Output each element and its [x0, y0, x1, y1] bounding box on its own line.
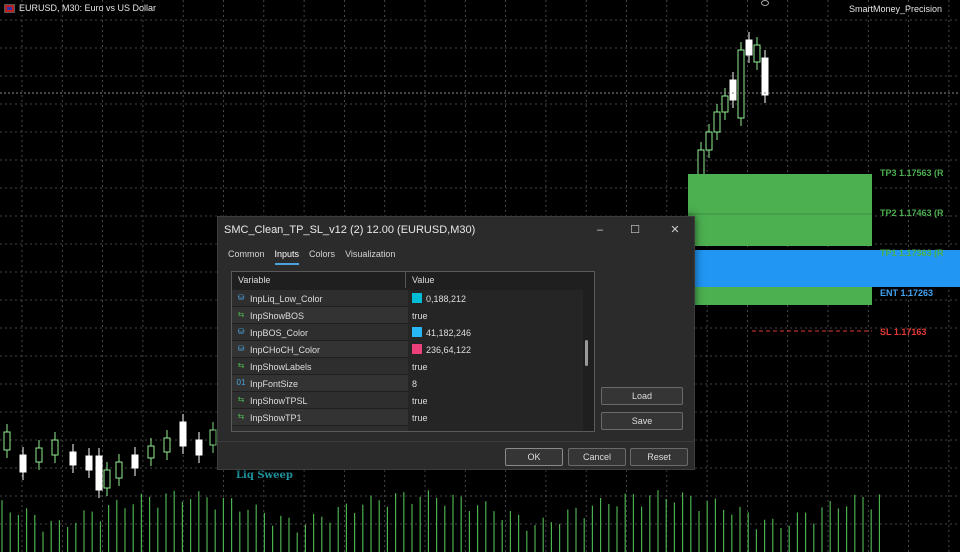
- tp-zone-lower: [688, 287, 872, 305]
- color-swatch[interactable]: [412, 344, 422, 354]
- param-value-cell[interactable]: true: [408, 358, 583, 375]
- param-name: InpBOS_Color: [250, 328, 309, 338]
- param-value: true: [412, 430, 428, 431]
- param-value: true: [412, 311, 428, 321]
- tab-colors[interactable]: Colors: [309, 249, 335, 265]
- volume-bars: [1, 490, 881, 552]
- dialog-title: SMC_Clean_TP_SL_v12 (2) 12.00 (EURUSD,M3…: [224, 224, 476, 236]
- table-row[interactable]: ⇆ InpShowTPSL true: [232, 392, 583, 409]
- save-button[interactable]: Save: [601, 412, 683, 430]
- indicator-label: SmartMoney_Precision: [848, 4, 942, 14]
- minimize-icon[interactable]: –: [590, 221, 610, 239]
- param-name: InpLiq_Low_Color: [250, 294, 323, 304]
- param-value-cell[interactable]: 0,188,212: [408, 290, 583, 307]
- color-swatch[interactable]: [412, 327, 422, 337]
- liq-sweep-label: Liq Sweep: [236, 470, 293, 481]
- table-scrollbar[interactable]: [585, 340, 588, 366]
- bool-icon: ⇆: [237, 412, 245, 421]
- entry-label: ENT 1.17263: [880, 288, 934, 298]
- table-row[interactable]: ⇆ InpShowTP1 true: [232, 409, 583, 426]
- table-row[interactable]: 01 InpFontSize 8: [232, 375, 583, 392]
- cancel-button[interactable]: Cancel: [568, 448, 626, 466]
- load-button[interactable]: Load: [601, 387, 683, 405]
- table-row[interactable]: ⇆ InpShowLabels true: [232, 358, 583, 375]
- param-name: InpShowTP1: [250, 413, 302, 423]
- param-value: true: [412, 396, 428, 406]
- param-value: true: [412, 362, 428, 372]
- bool-icon: ⇆: [236, 429, 246, 431]
- int-icon: 01: [236, 378, 246, 387]
- scroll-indicator-icon: [761, 0, 769, 6]
- tp2-label: TP2 1.17463 (R: [880, 208, 944, 218]
- color-swatch[interactable]: [412, 293, 422, 303]
- param-value-cell[interactable]: 41,182,246: [408, 324, 583, 341]
- table-row[interactable]: ⛁ InpBOS_Color 41,182,246: [232, 324, 583, 341]
- tp-zone: [688, 174, 872, 246]
- param-value: 8: [412, 379, 418, 389]
- column-header-value[interactable]: Value: [412, 275, 434, 285]
- param-value-cell[interactable]: true: [408, 426, 583, 431]
- chart-symbol-header: EURUSD, M30: Euro vs US Dollar: [4, 3, 156, 13]
- table-header: Variable Value: [232, 272, 594, 288]
- param-name: InpShowTPSL: [250, 396, 308, 406]
- maximize-icon[interactable]: ☐: [625, 221, 645, 239]
- menu-flag-icon[interactable]: [4, 3, 15, 13]
- param-value-cell[interactable]: 8: [408, 375, 583, 392]
- ok-button[interactable]: OK: [505, 448, 563, 466]
- param-value: true: [412, 413, 428, 423]
- indicator-properties-dialog: SMC_Clean_TP_SL_v12 (2) 12.00 (EURUSD,M3…: [217, 216, 695, 470]
- table-row[interactable]: ⇆ InpShowTP2 true: [232, 426, 583, 431]
- param-name: InpShowBOS: [250, 311, 305, 321]
- param-value: 41,182,246: [426, 328, 472, 338]
- close-icon[interactable]: ✕: [665, 221, 685, 239]
- param-value: 236,64,122: [426, 345, 472, 355]
- symbol-label: EURUSD, M30: Euro vs US Dollar: [19, 3, 157, 13]
- bool-icon: ⇆: [237, 310, 245, 319]
- param-name: InpShowTP2: [250, 430, 302, 431]
- table-row[interactable]: ⛁ InpCHoCH_Color 236,64,122: [232, 341, 583, 358]
- param-name: InpShowLabels: [250, 362, 312, 372]
- column-header-variable[interactable]: Variable: [238, 275, 270, 285]
- param-value-cell[interactable]: 236,64,122: [408, 341, 583, 358]
- tp3-label: TP3 1.17563 (R: [880, 168, 944, 178]
- bool-icon: ⇆: [237, 395, 245, 404]
- sl-label: SL 1.17163: [880, 327, 927, 337]
- param-value-cell[interactable]: true: [408, 409, 583, 426]
- color-icon: ⛁: [237, 327, 245, 336]
- table-row[interactable]: ⛁ InpLiq_Low_Color 0,188,212: [232, 290, 583, 307]
- param-name: InpCHoCH_Color: [250, 345, 321, 355]
- dialog-tabs: Common Inputs Colors Visualization: [228, 249, 395, 265]
- param-value: 0,188,212: [426, 294, 467, 304]
- tab-visualization[interactable]: Visualization: [345, 249, 395, 265]
- tab-common[interactable]: Common: [228, 249, 265, 265]
- color-icon: ⛁: [237, 344, 245, 353]
- inputs-table: Variable Value ⛁ InpLiq_Low_Color 0,188,21…: [231, 271, 595, 432]
- tab-inputs[interactable]: Inputs: [274, 249, 300, 265]
- table-row[interactable]: ⇆ InpShowBOS true: [232, 307, 583, 324]
- param-name: InpFontSize: [250, 379, 299, 389]
- param-value-cell[interactable]: true: [408, 392, 583, 409]
- param-value-cell[interactable]: true: [408, 307, 583, 324]
- reset-button[interactable]: Reset: [630, 448, 688, 466]
- tp1-label: TP1 1.17363 (R: [880, 248, 944, 258]
- bool-icon: ⇆: [237, 361, 245, 370]
- color-icon: ⛁: [237, 293, 245, 302]
